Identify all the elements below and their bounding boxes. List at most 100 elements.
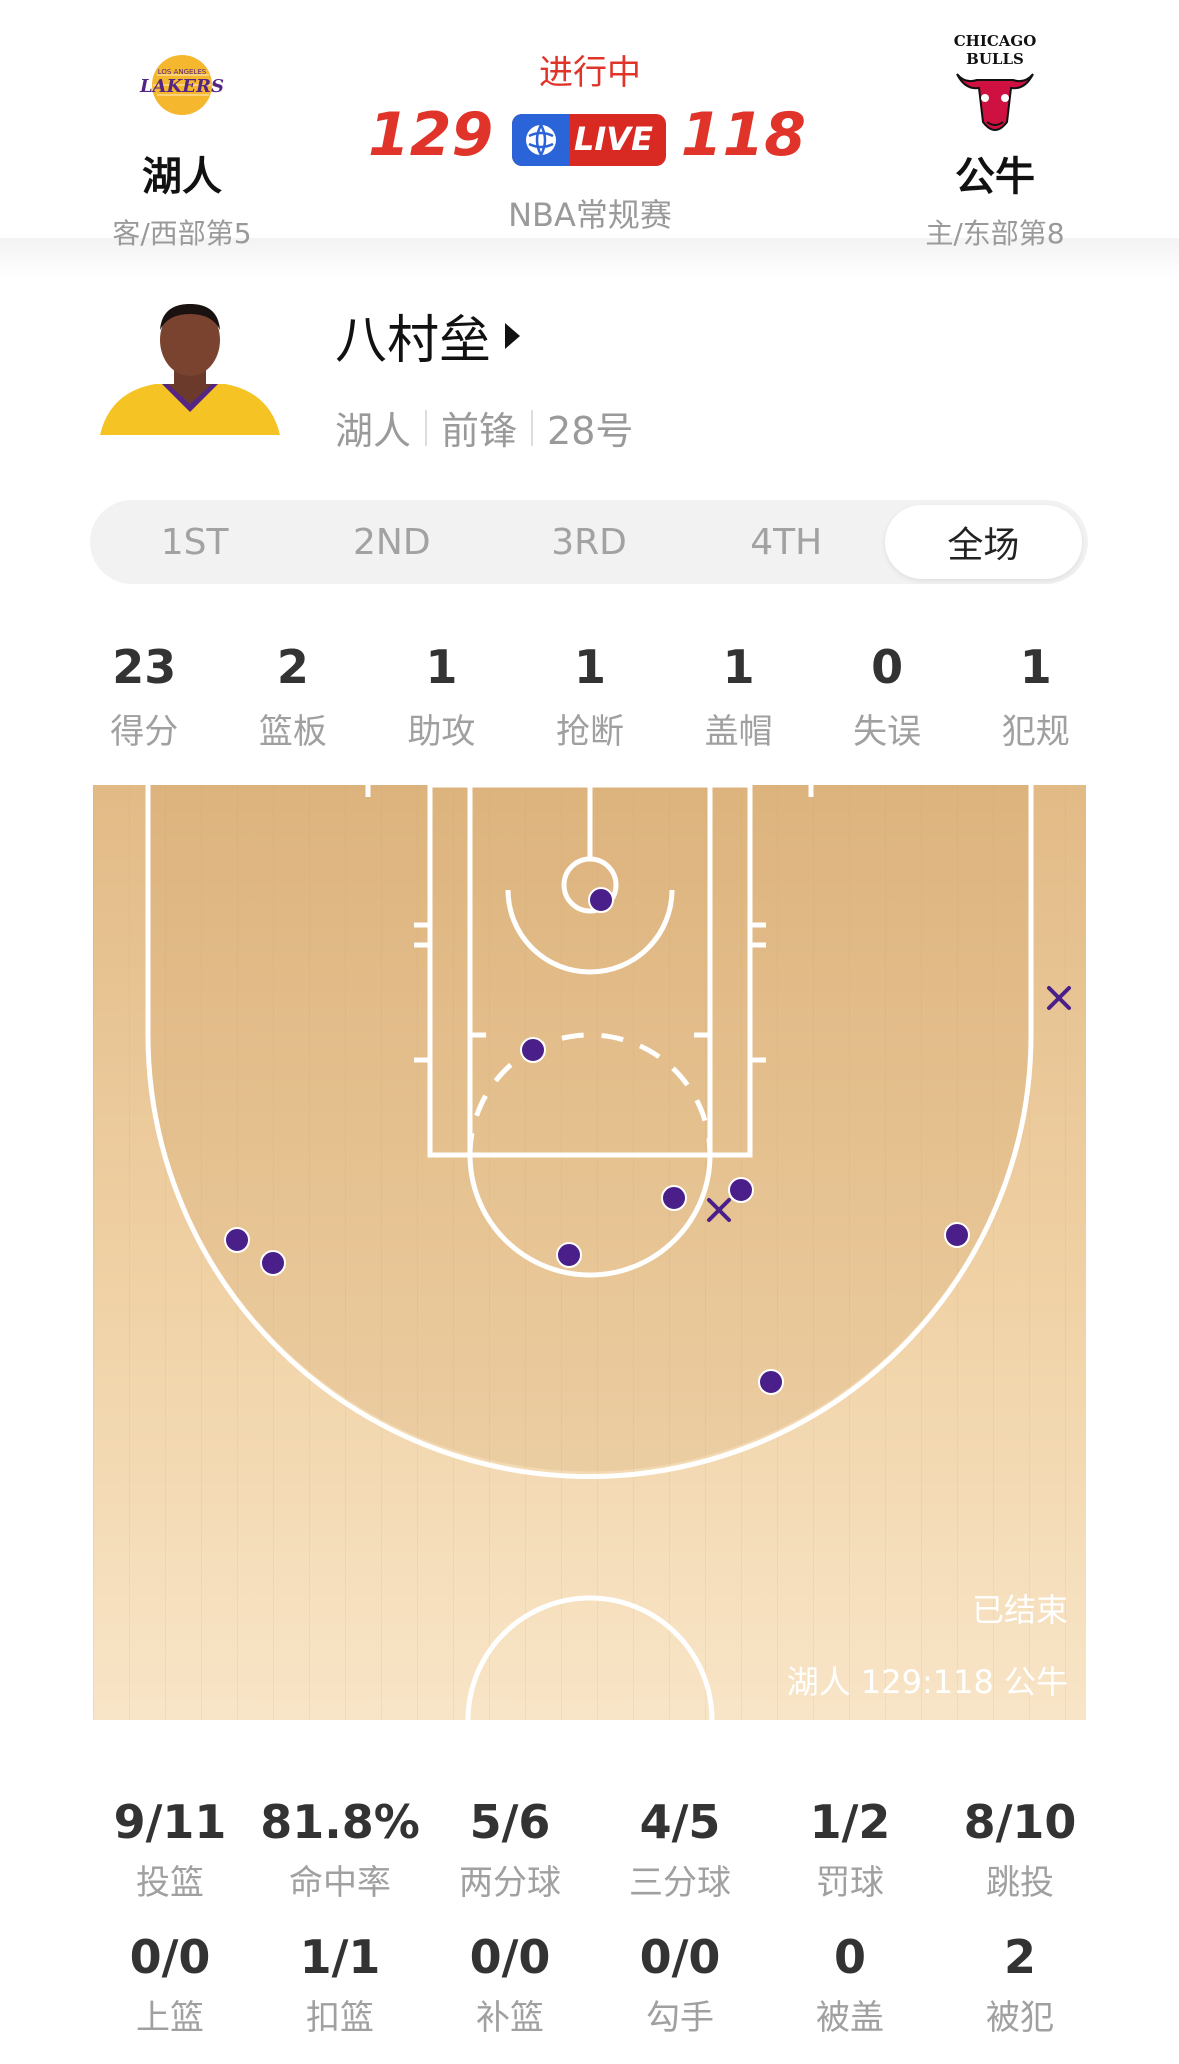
home-team[interactable]: CHICAGO BULLS 公牛 主/东部第8	[875, 30, 1115, 252]
home-score: 118	[680, 100, 806, 170]
stat-label: 助攻	[407, 712, 476, 752]
shoot-label: 被盖	[816, 1998, 884, 2038]
fg-pct-cell: 81.8% 命中率	[255, 1795, 425, 1930]
jumper-cell: 8/10 跳投	[935, 1795, 1105, 1930]
game-status: 进行中	[539, 53, 641, 93]
away-team-name: 湖人	[142, 154, 222, 200]
stat-label: 抢断	[556, 712, 625, 752]
live-label: LIVE	[574, 120, 653, 158]
shoot-value: 0/0	[639, 1930, 721, 1984]
player-position: 前锋	[441, 409, 518, 453]
stat-label: 篮板	[258, 712, 327, 752]
away-team-standing: 客/西部第5	[112, 217, 252, 250]
player-stats-row: 23 得分 2 篮板 1 助攻 1 抢断 1 盖帽 0 失误 1 犯规	[70, 640, 1110, 753]
stat-value: 2	[276, 640, 309, 694]
game-result-label: 已结束	[971, 1591, 1068, 1629]
fg-cell: 9/11 投篮	[85, 1795, 255, 1930]
stat-points: 23 得分	[70, 640, 219, 753]
player-number: 28号	[547, 409, 634, 453]
game-header: LOS ANGELES LAKERS 湖人 客/西部第5 进行中 129 LIV…	[0, 0, 1179, 278]
period-tabs: 1ST 2ND 3RD 4TH 全场	[90, 500, 1088, 584]
court-svg	[93, 785, 1086, 1720]
meta-divider	[425, 409, 428, 446]
shoot-label: 扣篮	[306, 1998, 374, 2038]
score-row: 129 LIVE 118	[360, 100, 820, 180]
shoot-label: 跳投	[986, 1863, 1054, 1903]
made-shot-marker	[260, 1250, 286, 1276]
made-shot-marker	[520, 1037, 546, 1063]
home-team-standing: 主/东部第8	[925, 217, 1065, 250]
tip-in-cell: 0/0 补篮	[425, 1930, 595, 2064]
shoot-value: 0/0	[129, 1930, 211, 1984]
stat-label: 失误	[853, 712, 922, 752]
fouled-cell: 2 被犯	[935, 1930, 1105, 2064]
away-score: 129	[368, 100, 494, 170]
shoot-value: 5/6	[469, 1795, 551, 1849]
shoot-value: 2	[1003, 1930, 1036, 1984]
stat-value: 1	[574, 640, 607, 694]
layup-cell: 0/0 上篮	[85, 1930, 255, 2064]
stat-label: 得分	[110, 712, 179, 752]
stat-label: 犯规	[1001, 712, 1070, 752]
tab-1st[interactable]: 1ST	[96, 505, 293, 579]
tab-2nd[interactable]: 2ND	[293, 505, 490, 579]
stat-steals: 1 抢断	[516, 640, 665, 753]
made-shot-marker	[224, 1227, 250, 1253]
made-shot-marker	[661, 1185, 687, 1211]
game-type: NBA常规赛	[508, 196, 672, 234]
shoot-value: 0/0	[469, 1930, 551, 1984]
away-team[interactable]: LOS ANGELES LAKERS 湖人 客/西部第5	[62, 30, 302, 252]
three-pt-cell: 4/5 三分球	[595, 1795, 765, 1930]
player-avatar[interactable]	[100, 300, 280, 435]
lakers-logo-small-text: LOS ANGELES	[158, 68, 207, 76]
blocked-cell: 0 被盖	[765, 1930, 935, 2064]
made-shot-marker	[758, 1369, 784, 1395]
stat-rebounds: 2 篮板	[219, 640, 368, 753]
final-score-label: 湖人 129:118 公牛	[786, 1663, 1068, 1701]
shoot-value: 0	[833, 1930, 866, 1984]
player-name: 八村垒	[335, 311, 492, 371]
caret-right-icon	[505, 322, 521, 349]
lakers-logo-text: LAKERS	[139, 76, 224, 97]
lakers-logo-icon: LOS ANGELES LAKERS	[62, 30, 302, 140]
player-name-link[interactable]: 八村垒	[335, 298, 521, 373]
shoot-label: 三分球	[629, 1863, 731, 1903]
tab-full-game[interactable]: 全场	[884, 505, 1083, 579]
made-shot-marker	[588, 887, 614, 913]
shoot-label: 勾手	[646, 1998, 714, 2038]
stat-turnovers: 0 失误	[813, 640, 962, 753]
shoot-value: 81.8%	[260, 1795, 420, 1849]
shoot-value: 1/1	[299, 1930, 381, 1984]
globe-icon	[512, 114, 570, 166]
stat-value: 1	[1019, 640, 1052, 694]
stat-blocks: 1 盖帽	[664, 640, 813, 753]
dunk-cell: 1/1 扣篮	[255, 1930, 425, 2064]
tab-4th[interactable]: 4TH	[688, 505, 885, 579]
shoot-label: 补篮	[476, 1998, 544, 2038]
shoot-value: 4/5	[639, 1795, 721, 1849]
stat-fouls: 1 犯规	[961, 640, 1110, 753]
stat-value: 23	[112, 640, 177, 694]
stat-label: 盖帽	[704, 712, 773, 752]
bulls-logo-text-top: CHICAGO	[954, 32, 1037, 50]
made-shot-marker	[728, 1177, 754, 1203]
bulls-logo-icon: CHICAGO BULLS	[875, 30, 1115, 140]
stat-value: 0	[871, 640, 904, 694]
shoot-value: 8/10	[963, 1795, 1077, 1849]
shoot-value: 1/2	[809, 1795, 891, 1849]
home-team-name: 公牛	[955, 154, 1035, 200]
meta-divider	[531, 409, 534, 446]
tab-3rd[interactable]: 3RD	[490, 505, 687, 579]
stat-assists: 1 助攻	[367, 640, 516, 753]
shooting-row: 9/11 投篮 81.8% 命中率 5/6 两分球 4/5 三分球 1/2 罚球…	[85, 1795, 1105, 1930]
shot-chart: 已结束 湖人 129:118 公牛	[93, 785, 1086, 1720]
shoot-label: 命中率	[289, 1863, 391, 1903]
hook-cell: 0/0 勾手	[595, 1930, 765, 2064]
shoot-value: 9/11	[113, 1795, 227, 1849]
player-team: 湖人	[335, 409, 412, 453]
made-shot-marker	[556, 1242, 582, 1268]
live-button[interactable]: LIVE	[512, 114, 666, 166]
shooting-row: 0/0 上篮 1/1 扣篮 0/0 补篮 0/0 勾手 0 被盖 2 被犯	[85, 1930, 1105, 2064]
bulls-logo-text-bottom: BULLS	[966, 50, 1024, 68]
shoot-label: 两分球	[459, 1863, 561, 1903]
